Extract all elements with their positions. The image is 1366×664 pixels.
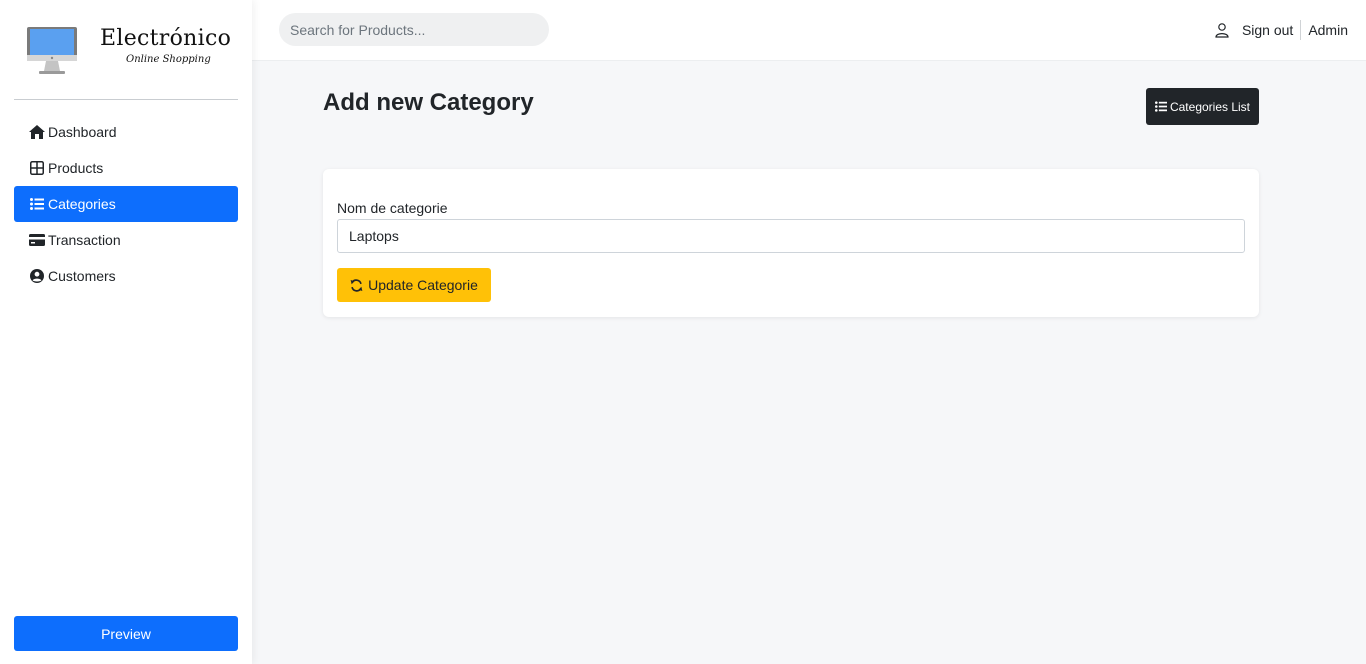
category-form-card: Nom de categorie Update Categorie: [323, 169, 1259, 317]
sidebar-nav: Dashboard Products Categories Transactio…: [14, 114, 238, 294]
grid-icon: [28, 160, 46, 176]
monitor-icon: [27, 27, 77, 74]
sidebar-item-label: Customers: [48, 268, 116, 284]
brand-name: Electrónico: [100, 26, 232, 51]
sidebar-item-label: Products: [48, 160, 104, 176]
sidebar-item-label: Transaction: [48, 232, 121, 248]
sidebar-item-categories[interactable]: Categories: [14, 186, 238, 222]
sidebar-item-dashboard[interactable]: Dashboard: [14, 114, 238, 150]
home-icon: [28, 124, 46, 140]
list-icon: [1154, 101, 1167, 112]
admin-user-link[interactable]: Admin: [1308, 22, 1348, 38]
sidebar-item-label: Dashboard: [48, 124, 117, 140]
preview-button[interactable]: Preview: [14, 616, 238, 651]
category-name-label: Nom de categorie: [337, 200, 448, 216]
refresh-icon: [350, 278, 363, 292]
categories-list-button[interactable]: Categories List: [1146, 88, 1259, 125]
search-input[interactable]: [279, 13, 549, 46]
update-category-button[interactable]: Update Categorie: [337, 268, 491, 302]
category-name-input[interactable]: [337, 219, 1245, 253]
page-title: Add new Category: [323, 89, 534, 116]
user-circle-icon: [28, 268, 46, 284]
brand-logo[interactable]: Electrónico Online Shopping: [14, 18, 238, 100]
update-category-label: Update Categorie: [368, 277, 478, 293]
sign-out-link[interactable]: Sign out: [1242, 22, 1300, 38]
sidebar-item-customers[interactable]: Customers: [14, 258, 238, 294]
header-user-menu: Sign out Admin: [1214, 20, 1348, 40]
sidebar-item-products[interactable]: Products: [14, 150, 238, 186]
credit-card-icon: [28, 232, 46, 248]
user-icon: [1215, 23, 1229, 38]
header-divider: [1300, 20, 1302, 40]
brand-tagline: Online Shopping: [126, 54, 211, 65]
top-header: Sign out Admin: [252, 0, 1366, 61]
sidebar: Electrónico Online Shopping Dashboard Pr…: [0, 0, 252, 664]
sidebar-item-label: Categories: [48, 196, 116, 212]
list-icon: [28, 196, 46, 212]
sidebar-item-transaction[interactable]: Transaction: [14, 222, 238, 258]
categories-list-label: Categories List: [1169, 99, 1251, 114]
